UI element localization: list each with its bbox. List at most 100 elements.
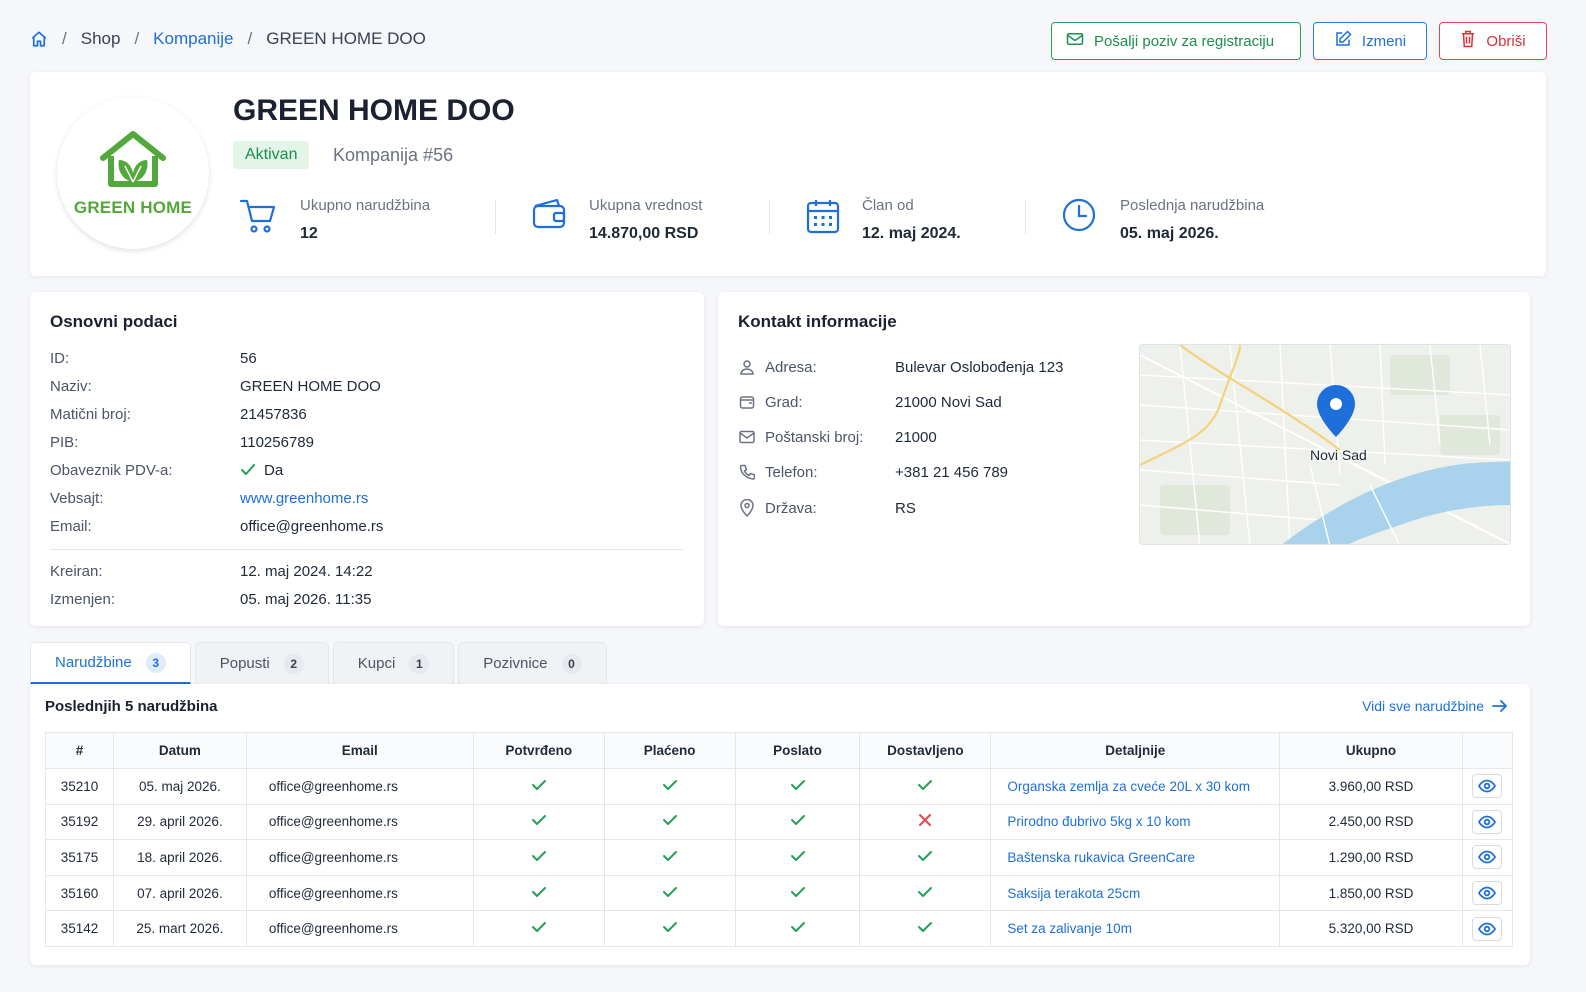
tab-orders[interactable]: Narudžbine 3 <box>30 642 191 684</box>
column-header: Ukupno <box>1279 732 1463 769</box>
check-icon <box>531 779 546 790</box>
stat-member-label: Član od <box>862 197 914 214</box>
delivered-status <box>859 768 992 805</box>
orders-table: # Datum Email Potvrđeno Plaćeno Poslato … <box>45 732 1514 947</box>
check-icon <box>662 850 677 861</box>
company-logo: GREEN HOME <box>57 97 209 249</box>
contact-label: Grad: <box>765 393 803 411</box>
tabs: Narudžbine 3 Popusti 2 Kupci 1 Pozivnice… <box>30 642 607 684</box>
eye-icon <box>1478 886 1497 900</box>
contact-value: +381 21 456 789 <box>895 463 1009 481</box>
breadcrumb-companies[interactable]: Kompanije <box>153 29 233 49</box>
delete-button[interactable]: Obriši <box>1439 22 1547 60</box>
column-header: Email <box>245 732 474 769</box>
order-date: 05. maj 2026. <box>112 768 247 805</box>
info-row-reg-number: Matični broj: 21457836 <box>50 404 307 424</box>
check-icon <box>918 886 933 897</box>
company-header-card: GREEN HOME GREEN HOME DOO Aktivan Kompan… <box>30 72 1546 276</box>
view-order-button[interactable] <box>1472 881 1503 906</box>
check-icon <box>531 886 546 897</box>
order-id: 35210 <box>45 768 114 805</box>
shipped-status <box>734 768 861 805</box>
column-header: Datum <box>112 732 247 769</box>
location-map[interactable]: Novi Sad <box>1139 344 1511 545</box>
order-total: 1.290,00 RSD <box>1279 839 1463 876</box>
tab-label: Narudžbine <box>55 654 132 671</box>
table-row: 35160 07. april 2026. office@greenhome.rs S… <box>45 874 1514 912</box>
column-header: Poslato <box>734 732 861 769</box>
order-id: 35160 <box>45 874 114 912</box>
contact-row-address: Adresa: Bulevar Oslobođenja 123 <box>738 356 1063 378</box>
check-icon <box>790 922 805 933</box>
stat-last-value: 05. maj 2026. <box>1120 225 1219 242</box>
edit-icon <box>1334 30 1352 52</box>
view-order-button[interactable] <box>1472 916 1503 941</box>
table-header-row: # Datum Email Potvrđeno Plaćeno Poslato … <box>45 732 1514 769</box>
order-email: office@greenhome.rs <box>245 803 474 841</box>
divider <box>50 549 684 550</box>
tab-invitations[interactable]: Pozivnice 0 <box>458 642 607 684</box>
contact-row-postal: Poštanski broj: 21000 <box>738 426 937 448</box>
home-icon[interactable] <box>30 30 48 48</box>
info-label: Kreiran: <box>50 562 103 580</box>
order-details-link[interactable]: Prirodno đubrivo 5kg x 10 kom <box>990 803 1281 841</box>
contact-value: Bulevar Oslobođenja 123 <box>895 358 1064 376</box>
table-row: 35142 25. mart 2026. office@greenhome.rs Se… <box>45 910 1514 947</box>
paid-status <box>603 874 736 912</box>
info-label: Matični broj: <box>50 405 131 423</box>
order-date: 07. april 2026. <box>112 874 247 912</box>
view-order-button[interactable] <box>1472 774 1503 799</box>
column-header <box>1461 732 1514 769</box>
order-email: office@greenhome.rs <box>245 910 474 947</box>
paid-status <box>603 910 736 947</box>
info-row-vat: Obaveznik PDV-a: Da <box>50 460 283 480</box>
tab-count-badge: 1 <box>409 653 430 674</box>
order-id: 35192 <box>45 803 114 841</box>
eye-icon <box>1478 815 1497 829</box>
breadcrumb-shop[interactable]: Shop <box>81 29 121 49</box>
view-cell <box>1461 874 1514 912</box>
column-header: Potvrđeno <box>472 732 605 769</box>
check-icon <box>531 922 546 933</box>
view-order-button[interactable] <box>1472 845 1503 870</box>
info-label: Obaveznik PDV-a: <box>50 461 173 479</box>
wallet-icon <box>531 198 567 233</box>
edit-button[interactable]: Izmeni <box>1313 22 1427 60</box>
info-value: office@greenhome.rs <box>240 517 384 535</box>
check-icon <box>662 922 677 933</box>
see-all-label: Vidi sve narudžbine <box>1362 698 1484 714</box>
order-id: 35142 <box>45 910 114 947</box>
arrow-right-icon <box>1492 700 1507 712</box>
check-icon <box>531 815 546 826</box>
tab-discounts[interactable]: Popusti 2 <box>194 642 329 684</box>
view-order-button[interactable] <box>1472 809 1503 834</box>
info-label: PIB: <box>50 433 79 451</box>
order-date: 29. april 2026. <box>112 803 247 841</box>
info-row-email: Email: office@greenhome.rs <box>50 516 383 536</box>
see-all-orders-link[interactable]: Vidi sve narudžbine <box>1362 698 1508 714</box>
view-cell <box>1461 839 1514 876</box>
tab-count-badge: 0 <box>561 653 582 674</box>
order-details-link[interactable]: Saksija terakota 25cm <box>990 874 1281 912</box>
order-details-link[interactable]: Baštenska rukavica GreenCare <box>990 839 1281 876</box>
contact-row-country: Država: RS <box>738 497 916 519</box>
order-details-link[interactable]: Set za zalivanje 10m <box>990 910 1281 947</box>
tab-customers[interactable]: Kupci 1 <box>332 642 455 684</box>
check-icon <box>918 850 933 861</box>
view-cell <box>1461 910 1514 947</box>
info-label: Vebsajt: <box>50 489 104 507</box>
order-details-link[interactable]: Organska zemlja za cveće 20L x 30 kom <box>990 768 1281 805</box>
send-invite-button[interactable]: Pošalji poziv za registraciju <box>1051 22 1301 60</box>
check-icon <box>662 779 677 790</box>
eye-icon <box>1478 922 1497 936</box>
website-link[interactable]: www.greenhome.rs <box>240 490 368 507</box>
check-icon <box>790 779 805 790</box>
breadcrumb-separator: / <box>247 29 253 48</box>
status-badge: Aktivan <box>233 141 310 169</box>
confirmed-status <box>472 768 605 805</box>
orders-title: Poslednjih 5 narudžbina <box>45 698 218 715</box>
check-icon <box>531 850 546 861</box>
breadcrumb-current: GREEN HOME DOO <box>266 29 426 48</box>
contact-label: Telefon: <box>765 463 818 481</box>
table-row: 35175 18. april 2026. office@greenhome.rs B… <box>45 839 1514 876</box>
